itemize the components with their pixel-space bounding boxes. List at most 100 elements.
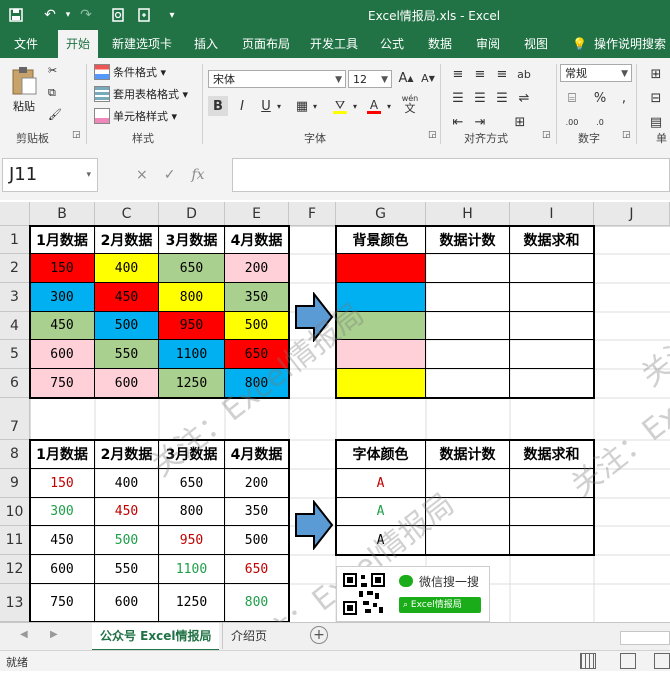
name-box[interactable]: J11 ▾ [2, 158, 98, 192]
increase-indent-icon[interactable]: ⇥ [470, 112, 490, 132]
tab-insert[interactable]: 插入 [194, 30, 218, 58]
color-swatch-cell[interactable] [336, 340, 426, 369]
table-cell[interactable]: 600 [30, 340, 95, 369]
tab-home[interactable]: 开始 [58, 30, 99, 58]
cut-icon[interactable]: ✂ [48, 64, 57, 77]
result-cell[interactable] [510, 340, 594, 369]
save-icon[interactable] [6, 5, 26, 25]
table-cell[interactable]: 750 [30, 369, 95, 398]
tab-review[interactable]: 审阅 [476, 30, 500, 58]
table-cell[interactable]: 300 [30, 498, 95, 526]
dialog-launcher-icon[interactable]: ◲ [622, 130, 631, 140]
row-header-2[interactable]: 2 [0, 254, 30, 283]
table-cell[interactable]: 500 [95, 312, 159, 340]
table-cell[interactable]: 450 [95, 498, 159, 526]
dialog-launcher-icon[interactable]: ◲ [542, 130, 551, 140]
number-format-select[interactable]: 常规 ▼ [560, 64, 632, 82]
format-cells-icon[interactable]: ▤ [646, 112, 666, 132]
add-sheet-icon[interactable]: + [310, 626, 328, 644]
enter-icon[interactable]: ✓ [164, 167, 176, 183]
table-header[interactable]: 4月数据 [225, 226, 289, 254]
result-cell[interactable] [426, 254, 510, 283]
result-cell[interactable] [426, 340, 510, 369]
customize-icon[interactable]: ▾ [162, 5, 182, 25]
row-header-4[interactable]: 4 [0, 312, 30, 340]
chevron-down-icon[interactable]: ▾ [384, 96, 394, 116]
row-header-12[interactable]: 12 [0, 555, 30, 584]
column-header-j[interactable]: J [594, 202, 670, 226]
table-cell[interactable]: 500 [95, 526, 159, 555]
table-cell[interactable]: 500 [225, 526, 289, 555]
row-header-11[interactable]: 11 [0, 526, 30, 555]
table-cell[interactable]: 800 [159, 283, 225, 312]
select-all-corner[interactable] [0, 202, 30, 226]
result-cell[interactable] [510, 312, 594, 340]
row-header-9[interactable]: 9 [0, 469, 30, 498]
font-size-select[interactable]: 12 ▼ [348, 70, 392, 88]
align-center-icon[interactable]: ☰ [470, 88, 490, 108]
phonetic-icon[interactable]: wén 文 [400, 94, 420, 114]
orientation-icon[interactable]: ab [514, 64, 534, 84]
dialog-launcher-icon[interactable]: ◲ [72, 130, 81, 140]
table-header[interactable]: 1月数据 [30, 226, 95, 254]
chevron-down-icon[interactable]: ▾ [58, 5, 78, 25]
table-cell[interactable]: 1100 [159, 555, 225, 584]
page-break-icon[interactable] [654, 653, 670, 669]
decrease-decimal-icon[interactable]: .0 [590, 112, 610, 132]
align-top-icon[interactable]: ≡ [448, 64, 468, 84]
table-cell[interactable]: 600 [30, 555, 95, 584]
table-cell[interactable]: 500 [225, 312, 289, 340]
table-cell[interactable]: 400 [95, 469, 159, 498]
italic-button[interactable]: I [232, 96, 252, 116]
column-header-d[interactable]: D [159, 202, 225, 226]
chevron-down-icon[interactable]: ▾ [310, 96, 320, 116]
row-header-8[interactable]: 8 [0, 440, 30, 469]
chevron-down-icon[interactable]: ▾ [274, 96, 284, 116]
tab-data[interactable]: 数据 [428, 30, 452, 58]
underline-button[interactable]: U [256, 96, 276, 116]
table-cell[interactable]: 450 [30, 312, 95, 340]
redo-icon[interactable]: ↷ [76, 5, 96, 25]
table-cell[interactable]: 950 [159, 312, 225, 340]
currency-icon[interactable]: ⌸ [562, 88, 582, 108]
cell-styles-button[interactable]: 单元格样式 ▾ [94, 108, 177, 124]
chevron-down-icon[interactable]: ▾ [350, 96, 360, 116]
bold-button[interactable]: B [208, 96, 228, 116]
search-button[interactable]: ⌕ Excel情报局 [399, 597, 481, 613]
table-cell[interactable]: 750 [30, 584, 95, 622]
table-cell[interactable]: 450 [95, 283, 159, 312]
format-painter-icon[interactable]: 🖌 [48, 108, 62, 121]
table-cell[interactable]: 600 [95, 584, 159, 622]
sheet-tab-intro[interactable]: 介绍页 [222, 623, 275, 649]
fill-color-icon[interactable]: ⛛ [330, 96, 350, 116]
table-cell[interactable]: 350 [225, 498, 289, 526]
font-name-select[interactable]: 宋体 ▼ [208, 70, 346, 88]
align-bottom-icon[interactable]: ≡ [492, 64, 512, 84]
scroll-left-icon[interactable]: ◀ [20, 629, 28, 640]
table-cell[interactable]: 400 [95, 254, 159, 283]
row-header-7[interactable]: 7 [0, 398, 30, 440]
new-file-icon[interactable] [134, 5, 154, 25]
wrap-text-icon[interactable]: ⇌ [514, 88, 534, 108]
merge-icon[interactable]: ⊞ [510, 112, 530, 132]
align-left-icon[interactable]: ☰ [448, 88, 468, 108]
color-swatch-cell[interactable] [336, 369, 426, 398]
tab-developer[interactable]: 开发工具 [310, 30, 358, 58]
table-header[interactable]: 数据计数 [426, 226, 510, 254]
tab-new[interactable]: 新建选项卡 [112, 30, 172, 58]
table-cell[interactable]: 200 [225, 254, 289, 283]
decrease-font-icon[interactable]: A ▼ [418, 68, 438, 88]
row-header-13[interactable]: 13 [0, 584, 30, 622]
insert-cells-icon[interactable]: ⊞ [646, 64, 666, 84]
column-header-h[interactable]: H [426, 202, 510, 226]
border-icon[interactable]: ▦ [292, 96, 312, 116]
tell-me-search[interactable]: 操作说明搜索 [594, 30, 666, 58]
table-header[interactable]: 3月数据 [159, 226, 225, 254]
table-cell[interactable]: 1250 [159, 584, 225, 622]
table-header[interactable]: 1月数据 [30, 440, 95, 469]
result-cell[interactable] [510, 498, 594, 526]
table-cell[interactable]: 150 [30, 469, 95, 498]
function-icon[interactable]: fx [191, 167, 204, 183]
horizontal-scrollbar[interactable] [620, 631, 670, 645]
tab-file[interactable]: 文件 [14, 30, 38, 58]
